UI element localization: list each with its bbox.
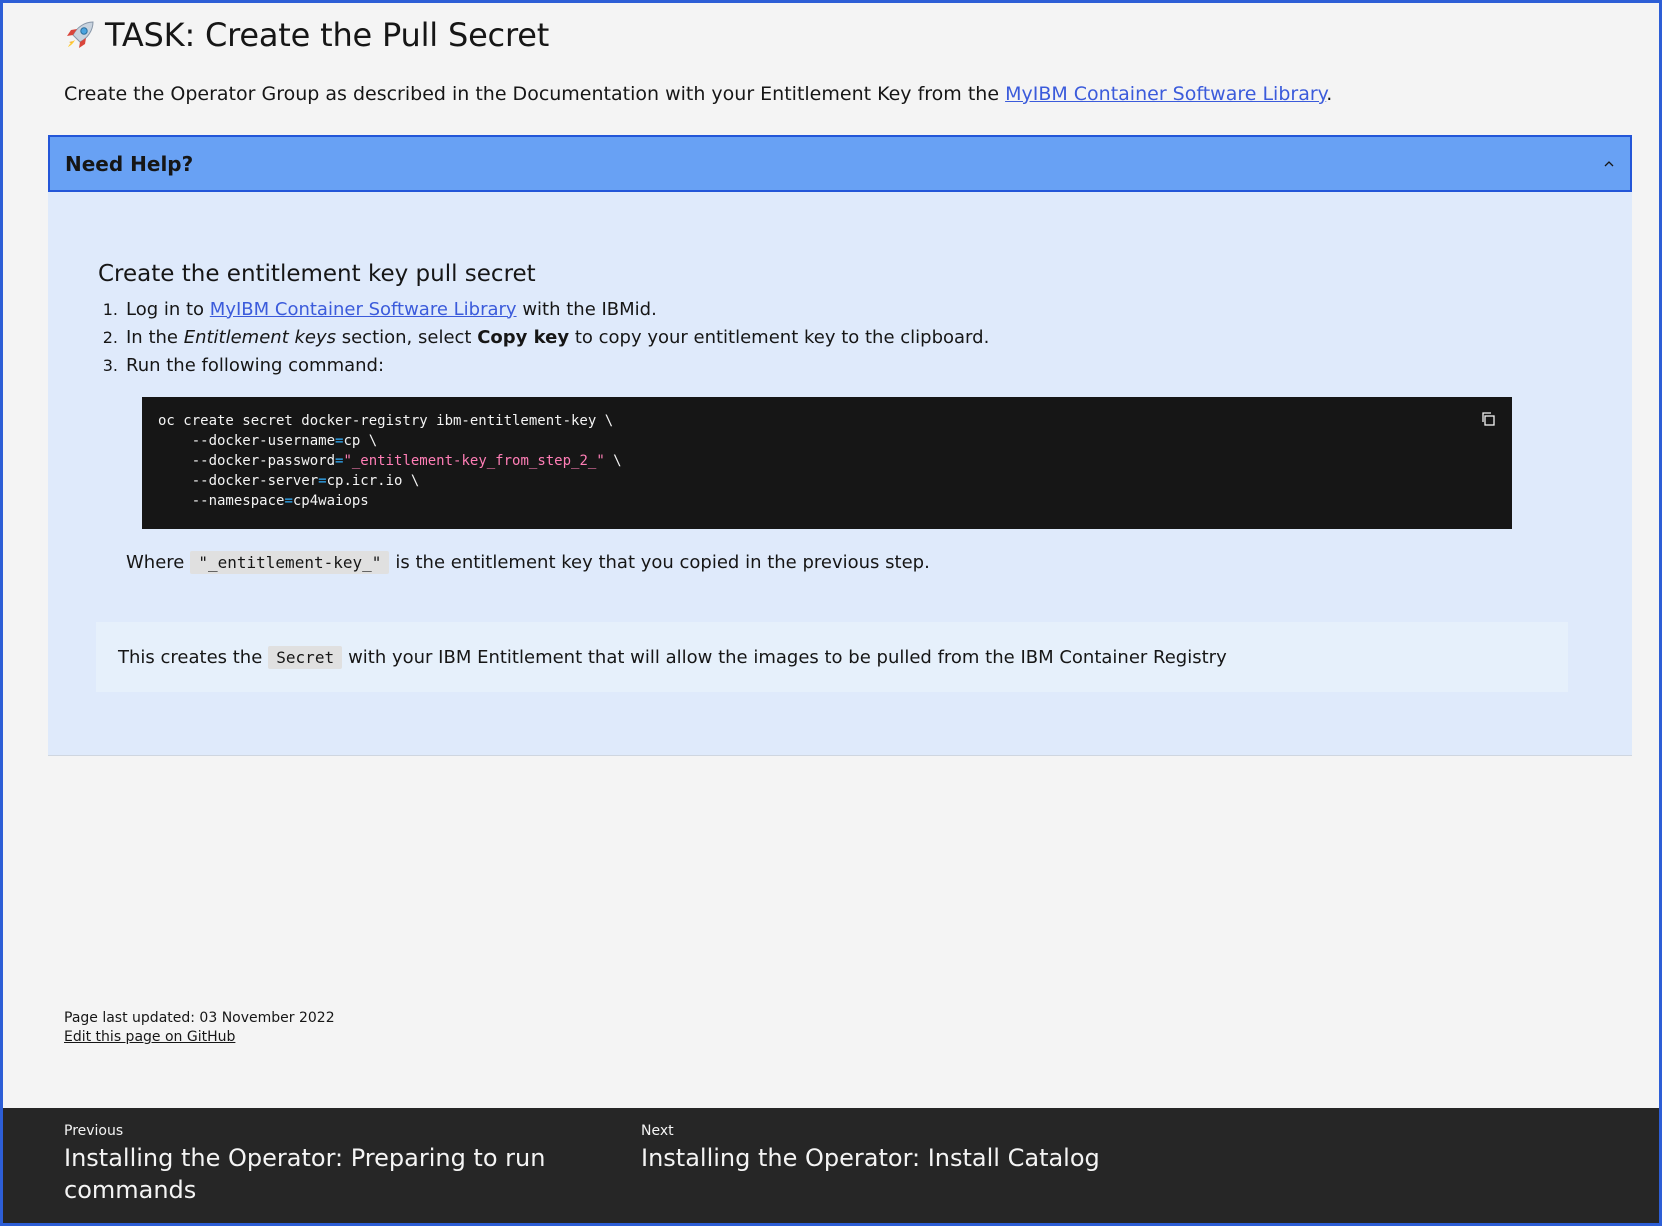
page-meta: Page last updated: 03 November 2022 Edit… [64, 1009, 335, 1047]
previous-page-link[interactable]: Previous Installing the Operator: Prepar… [64, 1123, 584, 1206]
code-block[interactable]: oc create secret docker-registry ibm-ent… [142, 397, 1512, 529]
note-box: This creates the Secret with your IBM En… [96, 622, 1568, 692]
last-updated: Page last updated: 03 November 2022 [64, 1010, 335, 1026]
page-title-text: TASK: Create the Pull Secret [105, 16, 550, 54]
previous-title: Installing the Operator: Preparing to ru… [64, 1144, 546, 1204]
inline-code: Secret [268, 645, 343, 669]
rocket-icon [67, 21, 94, 48]
copy-icon[interactable] [1478, 409, 1498, 429]
page-title: TASK: Create the Pull Secret [63, 16, 549, 54]
help-heading: Create the entitlement key pull secret [98, 261, 536, 287]
accordion-title: Need Help? [65, 151, 194, 176]
next-label: Next [641, 1123, 674, 1139]
next-title: Installing the Operator: Install Catalog [641, 1144, 1100, 1172]
list-item: 1. Log in to MyIBM Container Software Li… [102, 298, 657, 320]
code-line: --docker-password="_entitlement-key_from… [158, 453, 622, 469]
list-item: 2. In the Entitlement keys section, sele… [102, 326, 990, 348]
myibm-library-link-step[interactable]: MyIBM Container Software Library [210, 299, 517, 320]
next-page-link[interactable]: Next Installing the Operator: Install Ca… [641, 1123, 1241, 1174]
myibm-library-link[interactable]: MyIBM Container Software Library [1005, 83, 1326, 105]
intro-text: Create the Operator Group as described i… [64, 83, 1333, 105]
need-help-panel: Create the entitlement key pull secret 1… [48, 192, 1632, 756]
code-line: --namespace=cp4waiops [158, 493, 369, 509]
code-line: oc create secret docker-registry ibm-ent… [158, 413, 614, 429]
edit-on-github-link[interactable]: Edit this page on GitHub [64, 1028, 335, 1047]
where-text: Where "_entitlement-key_" is the entitle… [126, 551, 930, 574]
code-line: --docker-server=cp.icr.io \ [158, 473, 420, 489]
code-line: --docker-username=cp \ [158, 433, 378, 449]
steps-list: 1. Log in to MyIBM Container Software Li… [98, 295, 990, 379]
previous-label: Previous [64, 1123, 124, 1139]
inline-code: "_entitlement-key_" [190, 551, 390, 574]
need-help-accordion-toggle[interactable]: Need Help? [48, 135, 1632, 192]
list-item: 3. Run the following command: [102, 354, 385, 376]
chevron-up-icon [1604, 160, 1614, 166]
page-pagination-footer: Previous Installing the Operator: Prepar… [0, 1108, 1662, 1226]
